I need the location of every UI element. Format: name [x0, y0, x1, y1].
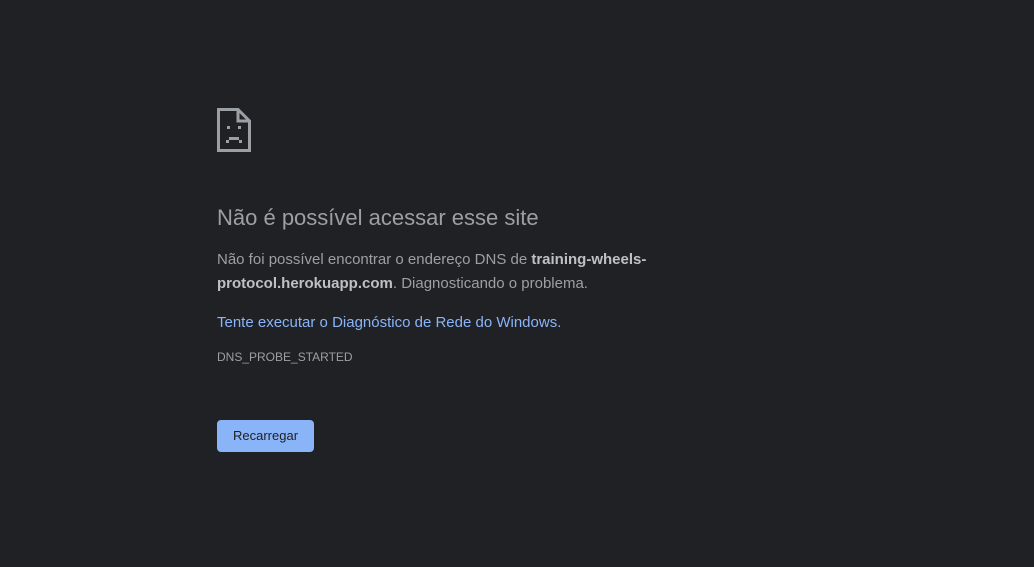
error-description: Não foi possível encontrar o endereço DN… — [217, 248, 657, 296]
page-title: Não é possível acessar esse site — [217, 205, 539, 230]
description-prefix: Não foi possível encontrar o endereço DN… — [217, 251, 532, 268]
suggestion: Tente executar o Diagnóstico de Rede do … — [217, 311, 657, 335]
network-diagnostics-link[interactable]: Tente executar o Diagnóstico de Rede do … — [217, 314, 561, 331]
error-code: DNS_PROBE_STARTED — [217, 350, 353, 364]
error-container: Não é possível acessar esse site Não foi… — [217, 108, 657, 452]
sad-document-icon — [217, 108, 251, 152]
reload-button[interactable]: Recarregar — [217, 420, 315, 452]
description-suffix: . Diagnosticando o problema. — [392, 275, 588, 292]
